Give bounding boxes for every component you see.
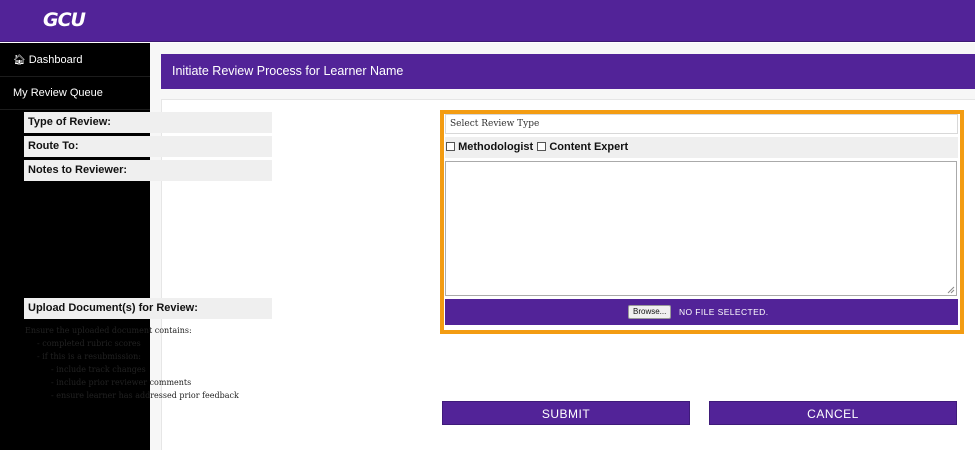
sidebar-item-label: Dashboard — [28, 54, 83, 66]
browse-button[interactable]: Browse... — [628, 305, 672, 319]
review-type-select[interactable]: Select Review Type — [445, 114, 958, 134]
home-icon: 🏠︎ — [13, 55, 26, 66]
instruction-line: - completed rubric scores — [37, 339, 141, 348]
content-expert-label: Content Expert — [549, 141, 629, 153]
cancel-button[interactable]: CANCEL — [709, 401, 957, 425]
file-upload-bar: Browse... NO FILE SELECTED. — [445, 299, 958, 325]
file-status: NO FILE SELECTED. — [679, 307, 769, 317]
upload-instructions: Ensure the uploaded document contains: -… — [25, 324, 239, 402]
submit-button[interactable]: SUBMIT — [442, 401, 690, 425]
notes-to-reviewer-label: Notes to Reviewer: — [24, 160, 272, 181]
top-bar: GCU — [0, 0, 975, 42]
instruction-line: - if this is a resubmission: — [37, 352, 141, 361]
instruction-line: - include prior reviewer comments — [51, 378, 192, 387]
instruction-line: - ensure learner has addressed prior fee… — [51, 391, 239, 400]
sidebar-item-my-review-queue[interactable]: My Review Queue — [0, 77, 150, 110]
content-expert-option[interactable]: Content Expert — [537, 137, 628, 158]
route-to-label: Route To: — [24, 136, 272, 157]
gcu-logo[interactable]: GCU — [43, 9, 86, 31]
methodologist-label: Methodologist — [458, 141, 534, 153]
methodologist-checkbox[interactable] — [446, 141, 455, 151]
type-of-review-label: Type of Review: — [24, 112, 272, 133]
page-title: Initiate Review Process for Learner Name — [161, 54, 975, 89]
upload-documents-label: Upload Document(s) for Review: — [24, 298, 272, 319]
instruction-line: Ensure the uploaded document contains: — [25, 326, 192, 335]
sidebar-item-label: My Review Queue — [13, 87, 103, 99]
route-to-options: Methodologist Content Expert — [445, 137, 958, 158]
methodologist-option[interactable]: Methodologist — [446, 137, 533, 158]
sidebar-item-dashboard[interactable]: 🏠︎ Dashboard — [0, 44, 150, 77]
instruction-line: - include track changes — [51, 365, 146, 374]
content-expert-checkbox[interactable] — [537, 141, 547, 151]
resize-grip-icon[interactable] — [947, 286, 955, 294]
notes-textarea[interactable] — [445, 161, 957, 296]
